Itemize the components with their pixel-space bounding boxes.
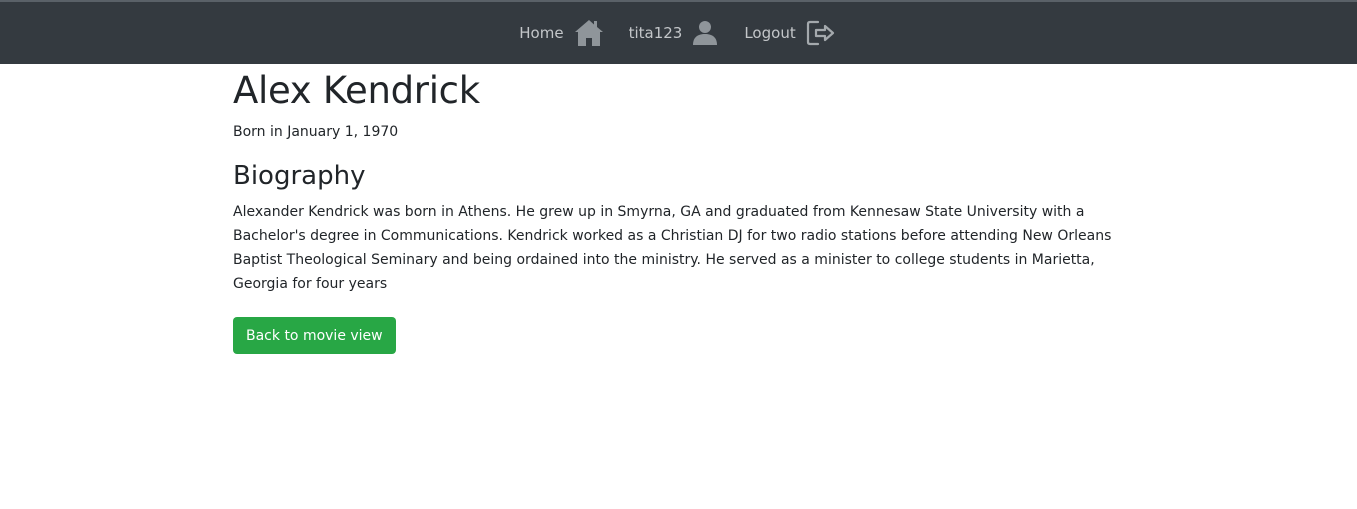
nav-user-link[interactable]: tita123	[629, 20, 719, 46]
director-name: Alex Kendrick	[233, 69, 480, 112]
nav-username-label: tita123	[628, 24, 683, 42]
top-navbar: Home tita123 Logout	[0, 2, 1357, 64]
back-to-movie-button[interactable]: Back to movie view	[233, 317, 396, 354]
biography-text: Alexander Kendrick was born in Athens. H…	[233, 204, 1112, 292]
home-icon	[574, 19, 604, 47]
director-view: Alex Kendrick Born in January 1, 1970 Bi…	[233, 64, 1133, 354]
logout-icon	[806, 20, 838, 46]
user-icon	[692, 20, 718, 46]
nav-home-label: Home	[519, 24, 564, 42]
nav-home-link[interactable]: Home	[519, 19, 603, 47]
biography-heading: Biography	[233, 161, 366, 191]
nav-logout-link[interactable]: Logout	[744, 20, 837, 46]
birth-date: Born in January 1, 1970	[233, 124, 399, 140]
nav-logout-label: Logout	[744, 24, 796, 42]
